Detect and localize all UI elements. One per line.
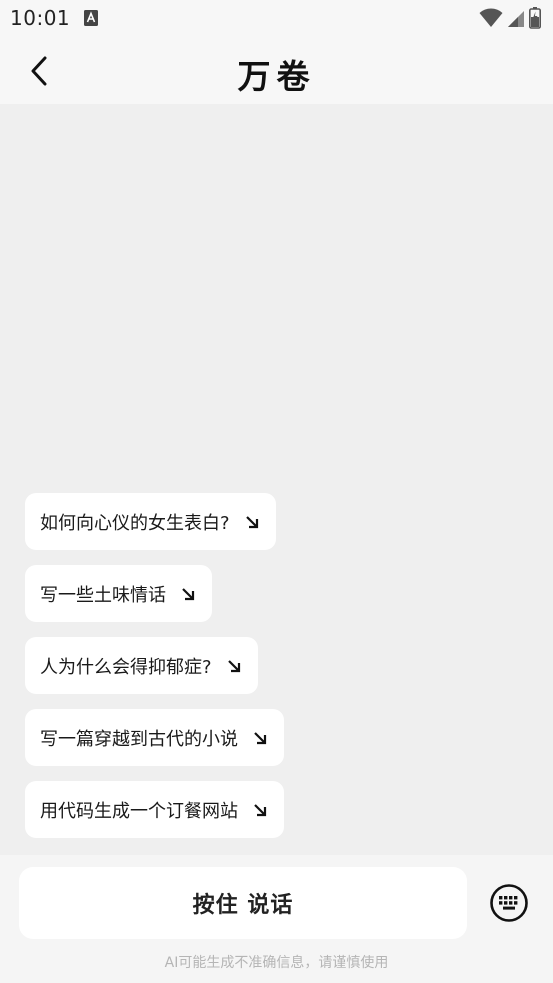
signal-icon: [508, 11, 524, 27]
status-time: 10:01: [10, 6, 71, 30]
suggestion-label: 写一篇穿越到古代的小说: [40, 728, 238, 750]
app-header: 万卷: [0, 38, 553, 104]
arrow-down-right-icon: [227, 659, 240, 672]
arrow-down-right-icon: [182, 587, 195, 600]
suggestion-label: 写一些土味情话: [40, 584, 166, 606]
a-notification-icon: [84, 10, 98, 26]
suggestion-chip[interactable]: 写一些土味情话: [25, 565, 212, 622]
arrow-down-right-icon: [254, 803, 267, 816]
page-title: 万卷: [237, 57, 316, 96]
arrow-down-right-icon: [245, 515, 258, 528]
wifi-icon: [479, 8, 503, 27]
keyboard-icon[interactable]: [489, 883, 529, 923]
suggestion-label: 人为什么会得抑郁症?: [40, 656, 212, 678]
suggestion-label: 用代码生成一个订餐网站: [40, 800, 238, 822]
battery-icon: [529, 7, 541, 29]
input-area: 按住 说话 AI可能生成不准确信息，请谨慎使用: [0, 855, 553, 983]
suggestion-chip[interactable]: 如何向心仪的女生表白?: [25, 493, 276, 550]
ai-disclaimer: AI可能生成不准确信息，请谨慎使用: [164, 955, 389, 971]
suggestion-chip[interactable]: 人为什么会得抑郁症?: [25, 637, 258, 694]
status-bar: 10:01: [0, 0, 553, 38]
suggestion-list: 如何向心仪的女生表白? 写一些土味情话 人为什么会得抑郁症? 写一篇穿越到古代的…: [25, 493, 525, 853]
suggestion-chip[interactable]: 用代码生成一个订餐网站: [25, 781, 284, 838]
hold-to-talk-button[interactable]: 按住 说话: [19, 867, 467, 939]
suggestion-label: 如何向心仪的女生表白?: [40, 512, 230, 534]
arrow-down-right-icon: [254, 731, 267, 744]
suggestion-chip[interactable]: 写一篇穿越到古代的小说: [25, 709, 284, 766]
